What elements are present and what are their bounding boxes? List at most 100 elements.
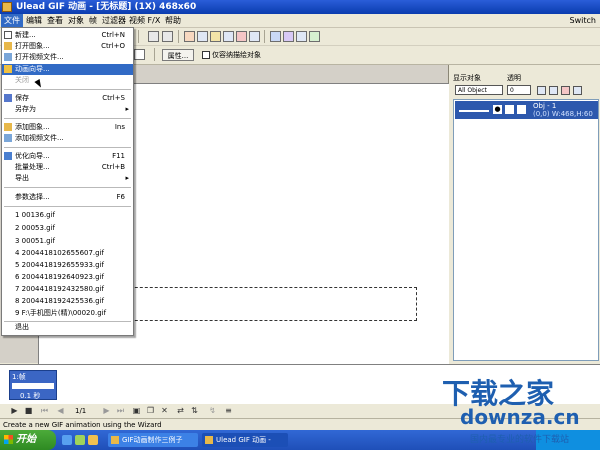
globe-icon[interactable]	[270, 31, 281, 42]
frame-properties-icon[interactable]: ≡	[224, 406, 233, 415]
media-icon[interactable]	[88, 435, 98, 445]
menu-item-add-image[interactable]: 添加图象... Ins	[2, 122, 133, 133]
menu-item-save[interactable]: 保存 Ctrl+S	[2, 93, 133, 104]
recent-file-item[interactable]: 1 00136.gif	[2, 210, 133, 221]
lock-icon[interactable]	[505, 105, 514, 114]
previous-frame-icon[interactable]: ◀	[56, 406, 65, 415]
title-bar: Ulead GIF 动画 - [无标题] (1X) 468x60	[0, 0, 600, 14]
undo-icon[interactable]	[148, 31, 159, 42]
menu-filter[interactable]: 过滤器	[99, 14, 129, 27]
delete-icon[interactable]	[236, 31, 247, 42]
menu-bar: 文件 编辑 查看 对象 帧 过滤器 视频 F/X 帮助 Switch	[0, 14, 600, 28]
menu-item-animation-wizard[interactable]: 动画向导...	[2, 64, 133, 75]
recent-file-item[interactable]: 8 2004418192425536.gif	[2, 296, 133, 307]
menu-item-open-image[interactable]: 打开图象... Ctrl+O	[2, 41, 133, 52]
menu-item-add-video[interactable]: 添加视频文件...	[2, 133, 133, 144]
recent-file-item[interactable]: 9 F:\手机图片(精)\00020.gif	[2, 308, 133, 319]
object-list[interactable]: ● Obj - 1 (0,0) W:468,H:60	[453, 99, 599, 361]
recent-file-item[interactable]: 6 2004418192640923.gif	[2, 272, 133, 283]
watermark-domain: downza.cn	[460, 405, 580, 429]
stop-icon[interactable]: ■	[24, 406, 33, 415]
next-frame-icon[interactable]: ▶	[102, 406, 111, 415]
opacity-input[interactable]: 0	[507, 85, 531, 95]
switch-link[interactable]: Switch	[570, 14, 596, 27]
sync-icon[interactable]: ↯	[208, 406, 217, 415]
crop-icon[interactable]	[249, 31, 260, 42]
menu-item-batch[interactable]: 批量处理... Ctrl+B	[2, 162, 133, 173]
add-frame-icon[interactable]: ▣	[132, 406, 141, 415]
first-frame-icon[interactable]: ⏮	[40, 406, 49, 415]
add-image-icon	[4, 123, 12, 131]
menu-frame[interactable]: 帧	[86, 14, 100, 27]
menu-file[interactable]: 文件	[1, 14, 23, 27]
duplicate-icon[interactable]	[223, 31, 234, 42]
tween-icon[interactable]: ⇄	[176, 406, 185, 415]
task-icon	[205, 436, 213, 444]
reverse-icon[interactable]: ⇅	[190, 406, 199, 415]
task-label: GIF动画制作三例子	[122, 436, 183, 444]
taskbar-task-browser[interactable]: GIF动画制作三例子	[108, 433, 198, 447]
object-info: (0,0) W:468,H:60	[533, 110, 593, 118]
menu-help[interactable]: 帮助	[162, 14, 184, 27]
menu-item-preferences[interactable]: 参数选择... F6	[2, 192, 133, 203]
opacity-label: 透明	[507, 74, 521, 82]
cut-icon[interactable]	[184, 31, 195, 42]
recent-file-item[interactable]: 3 00051.gif	[2, 236, 133, 247]
last-frame-icon[interactable]: ⏭	[116, 406, 125, 415]
optimize-wizard-icon	[4, 152, 12, 160]
menu-item-close[interactable]: 关闭	[2, 75, 133, 86]
ie-icon[interactable]	[62, 435, 72, 445]
menu-item-export[interactable]: 导出 ▸	[2, 173, 133, 184]
recent-file-item[interactable]: 2 00053.gif	[2, 223, 133, 234]
file-menu: 新建... Ctrl+N 打开图象... Ctrl+O 打开视频文件... 动画…	[1, 27, 134, 336]
task-icon	[111, 436, 119, 444]
menu-item-open-video[interactable]: 打开视频文件...	[2, 52, 133, 63]
eye-icon[interactable]: ●	[493, 105, 502, 114]
redo-icon[interactable]	[162, 31, 173, 42]
delete-frame-icon[interactable]: ✕	[160, 406, 169, 415]
menu-object[interactable]: 对象	[65, 14, 87, 27]
grid-icon[interactable]	[134, 49, 145, 60]
desktop-icon[interactable]	[75, 435, 85, 445]
add-video-icon	[4, 134, 12, 142]
properties-button[interactable]: 属性...	[162, 49, 194, 61]
menu-item-save-as[interactable]: 另存为 ▸	[2, 104, 133, 115]
toolbar-separator	[154, 48, 155, 61]
select-icon[interactable]	[517, 105, 526, 114]
menu-separator	[4, 118, 131, 119]
menu-video-fx[interactable]: 视频 F/X	[126, 14, 163, 27]
recent-file-item[interactable]: 4 2004418102655607.gif	[2, 248, 133, 259]
object-manager-panel: 显示对象 透明 All Object 0 ● Obj - 1 (0,0) W:4…	[449, 65, 600, 363]
submenu-arrow-icon: ▸	[125, 105, 129, 113]
object-row[interactable]: ● Obj - 1 (0,0) W:468,H:60	[455, 101, 598, 119]
browser-icon[interactable]	[309, 31, 320, 42]
toolbar-separator	[138, 30, 139, 43]
copy-icon[interactable]	[197, 31, 208, 42]
menu-item-optimize-wizard[interactable]: 优化向导... F11	[2, 151, 133, 162]
only-objects-checkbox[interactable]	[202, 51, 210, 59]
object-filter-select[interactable]: All Object	[455, 85, 503, 95]
copy-object-icon[interactable]	[549, 86, 558, 95]
play-icon[interactable]: ▶	[10, 406, 19, 415]
frame-thumbnail[interactable]: 1:帧 0.1 秒	[9, 370, 57, 400]
preview-icon[interactable]	[296, 31, 307, 42]
open-image-icon	[4, 42, 12, 50]
optimize-icon[interactable]	[283, 31, 294, 42]
start-button[interactable]: 开始	[0, 430, 56, 450]
save-icon	[4, 94, 12, 102]
recent-file-item[interactable]: 7 2004418192432580.gif	[2, 284, 133, 295]
menu-edit[interactable]: 编辑	[23, 14, 45, 27]
only-objects-checkbox-label: 仅容纳描绘对象	[212, 51, 261, 59]
recent-file-item[interactable]: 5 2004418192655933.gif	[2, 260, 133, 271]
menu-item-exit[interactable]: 退出	[2, 322, 133, 333]
animation-wizard-icon	[4, 65, 12, 73]
menu-item-new[interactable]: 新建... Ctrl+N	[2, 30, 133, 41]
app-icon	[2, 2, 12, 12]
object-properties-icon[interactable]	[573, 86, 582, 95]
delete-object-icon[interactable]	[561, 86, 570, 95]
taskbar-task-ulead[interactable]: Ulead GIF 动画 -	[202, 433, 288, 447]
menu-view[interactable]: 查看	[44, 14, 66, 27]
duplicate-frame-icon[interactable]: ❐	[146, 406, 155, 415]
paste-icon[interactable]	[210, 31, 221, 42]
new-object-icon[interactable]	[537, 86, 546, 95]
